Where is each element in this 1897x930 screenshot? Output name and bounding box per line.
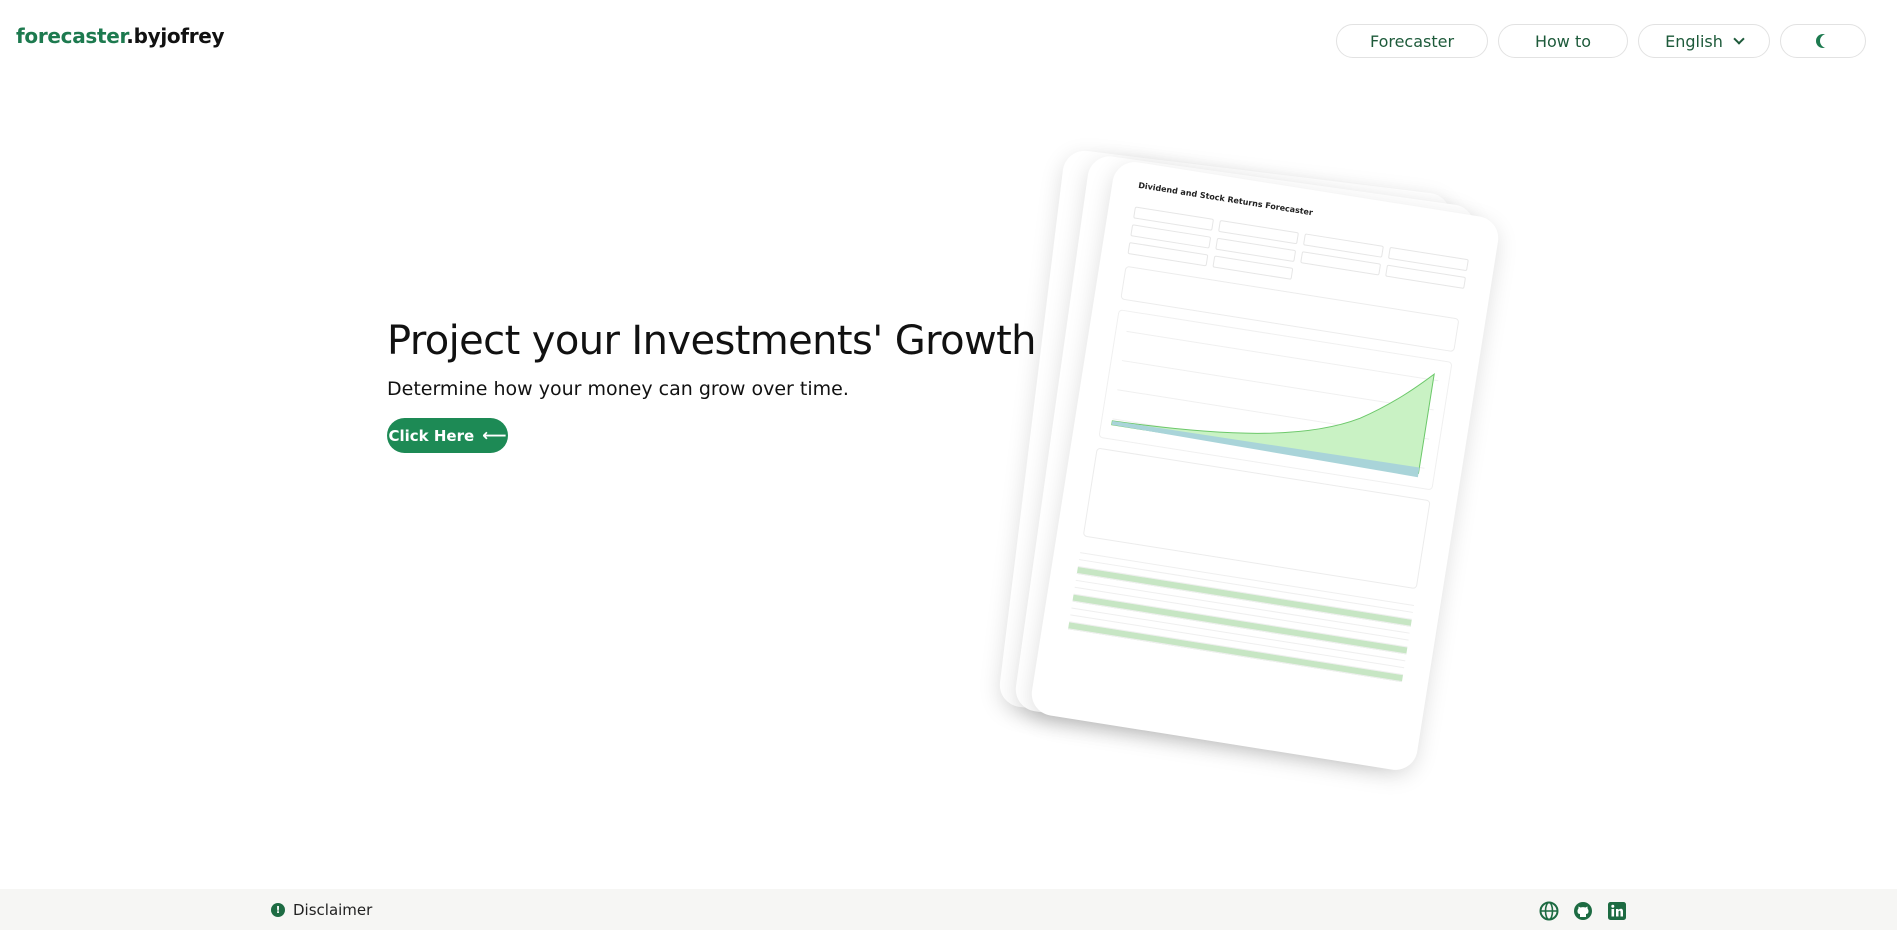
logo-brand: forecaster [16,24,127,48]
header: forecaster.byjofrey Forecaster How to En… [0,0,1897,80]
logo-suffix: .byjofrey [126,24,225,48]
nav-forecaster-button[interactable]: Forecaster [1336,24,1488,58]
arrow-left-icon: ⟵ [482,425,507,446]
nav-how-to-button[interactable]: How to [1498,24,1628,58]
disclaimer-link[interactable]: ! Disclaimer [271,901,372,919]
click-here-button[interactable]: Click Here ⟵ [387,418,508,453]
language-label: English [1665,31,1723,51]
globe-icon[interactable] [1539,901,1559,921]
moon-icon [1820,34,1834,48]
hero-subtitle: Determine how your money can grow over t… [387,378,849,400]
top-nav: Forecaster How to English [1336,24,1866,58]
site-logo[interactable]: forecaster.byjofrey [16,24,225,48]
language-select[interactable]: English [1638,24,1770,58]
cta-label: Click Here [388,426,475,445]
theme-toggle-button[interactable] [1780,24,1866,58]
linkedin-icon[interactable] [1607,901,1627,921]
disclaimer-label: Disclaimer [293,901,373,919]
social-links [1539,901,1627,921]
hero-title: Project your Investments' Growth [387,318,1037,364]
app-preview-image: Dividend and Stock Returns Forecaster [997,148,1520,780]
footer: ! Disclaimer [0,889,1897,930]
chevron-down-icon [1733,33,1745,45]
exclamation-icon: ! [271,903,285,917]
github-icon[interactable] [1573,901,1593,921]
hero-section: Project your Investments' Growth Determi… [387,318,1037,453]
